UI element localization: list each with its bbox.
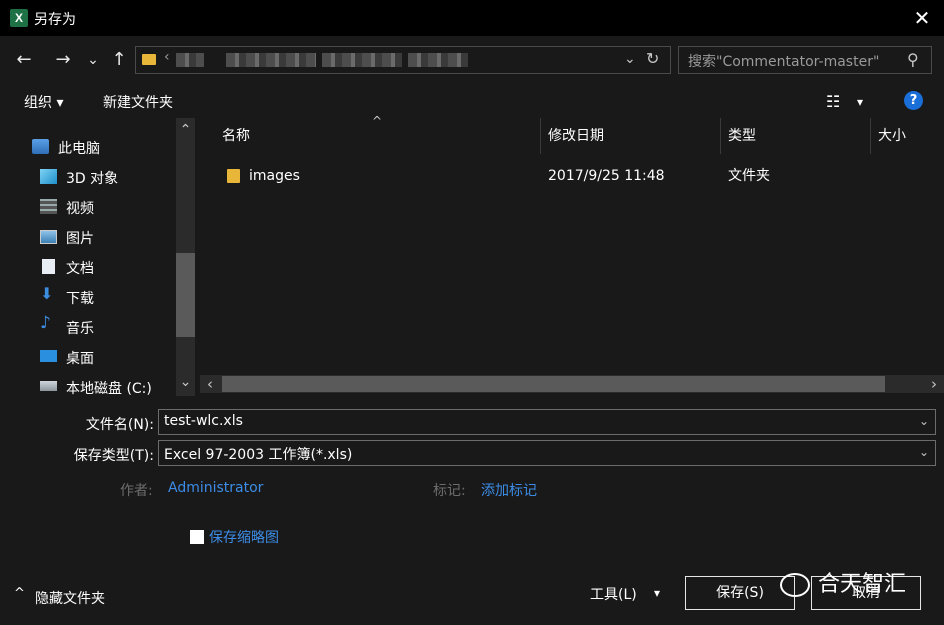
sidebar-item-music[interactable]: ♪ 音乐	[40, 313, 180, 341]
computer-icon	[32, 139, 49, 154]
sidebar-item-label: 桌面	[66, 351, 94, 367]
save-thumbnail-checkbox[interactable]	[190, 530, 204, 544]
help-button[interactable]: ?	[904, 91, 923, 110]
sidebar-item-label: 音乐	[66, 321, 94, 337]
sort-ascending-icon: ^	[372, 114, 383, 128]
sidebar-item-desktop[interactable]: 桌面	[40, 343, 180, 371]
sidebar-item-label: 视频	[66, 201, 94, 217]
column-header-date-modified[interactable]: 修改日期	[548, 118, 604, 154]
file-date-modified: 2017/9/25 11:48	[548, 168, 665, 184]
excel-app-icon: X	[10, 9, 28, 27]
author-label: 作者:	[120, 483, 153, 499]
filename-value[interactable]: test-wlc.xls	[164, 413, 243, 429]
filetype-label: 保存类型(T):	[73, 448, 154, 464]
video-icon	[40, 199, 57, 214]
view-options-dropdown[interactable]: ▾	[857, 95, 863, 109]
column-divider[interactable]	[540, 118, 541, 154]
save-button[interactable]: 保存(S)	[685, 576, 795, 610]
search-icon[interactable]: ⚲	[907, 50, 919, 69]
column-header-name[interactable]: 名称	[222, 118, 250, 154]
filetype-value[interactable]: Excel 97-2003 工作簿(*.xls)	[164, 444, 352, 464]
hide-folders-button[interactable]: 隐藏文件夹	[35, 588, 105, 608]
picture-icon	[40, 230, 57, 244]
address-bar[interactable]: ‹ ⌄ ↻	[135, 46, 671, 74]
title-bar[interactable]	[0, 0, 944, 36]
search-box[interactable]: 搜索"Commentator-master" ⚲	[678, 46, 932, 74]
cube-icon	[40, 169, 57, 184]
file-type: 文件夹	[728, 168, 770, 184]
file-name[interactable]: images	[249, 163, 300, 189]
tools-dropdown-icon[interactable]: ▾	[654, 586, 660, 600]
horizontal-scrollbar-thumb[interactable]	[222, 376, 885, 392]
filename-label: 文件名(N):	[85, 417, 154, 433]
music-icon: ♪	[40, 313, 51, 333]
scroll-up-icon[interactable]: ⌃	[176, 122, 195, 138]
address-dropdown-chevron-icon[interactable]: ⌄	[624, 51, 636, 67]
organize-menu[interactable]: 组织 ▾	[24, 92, 63, 112]
chevron-down-icon[interactable]: ⌄	[919, 445, 929, 459]
wechat-icon	[780, 573, 810, 597]
column-header-type[interactable]: 类型	[728, 118, 756, 154]
refresh-icon[interactable]: ↻	[646, 49, 659, 68]
scroll-right-icon[interactable]: ›	[926, 375, 942, 393]
sidebar-item-videos[interactable]: 视频	[40, 193, 180, 221]
sidebar-item-3d-objects[interactable]: 3D 对象	[40, 163, 180, 191]
new-folder-button[interactable]: 新建文件夹	[103, 92, 173, 112]
sidebar-item-downloads[interactable]: ⬇ 下载	[40, 283, 180, 311]
up-button[interactable]: ↑	[106, 45, 132, 75]
blurred-path	[408, 53, 468, 67]
save-thumbnail-label[interactable]: 保存缩略图	[209, 527, 279, 547]
filetype-select[interactable]: Excel 97-2003 工作簿(*.xls) ⌄	[158, 440, 936, 466]
tools-menu[interactable]: 工具(L)	[590, 584, 637, 604]
forward-button[interactable]: →	[49, 45, 77, 75]
author-value[interactable]: Administrator	[168, 480, 263, 496]
file-list[interactable]	[198, 118, 944, 396]
view-options-icon[interactable]: ☷	[826, 92, 840, 111]
chevron-down-icon[interactable]: ⌄	[919, 414, 929, 428]
sidebar-scrollbar-thumb[interactable]	[176, 253, 195, 337]
sidebar-item-label: 文档	[66, 261, 94, 277]
dialog-title: 另存为	[34, 12, 76, 28]
add-tags-link[interactable]: 添加标记	[481, 480, 537, 500]
sidebar-item-pictures[interactable]: 图片	[40, 223, 180, 251]
sidebar-item-label: 本地磁盘 (C:)	[66, 381, 152, 397]
folder-icon	[142, 54, 156, 65]
folder-icon	[227, 169, 240, 183]
back-button[interactable]: ←	[10, 45, 38, 75]
watermark: 合天智汇	[780, 566, 906, 598]
recent-locations-button[interactable]: ⌄	[84, 45, 102, 75]
blurred-path	[226, 53, 316, 67]
filename-field[interactable]: test-wlc.xls ⌄	[158, 409, 936, 435]
blurred-path	[322, 53, 402, 67]
column-divider[interactable]	[870, 118, 871, 154]
close-button[interactable]: ✕	[905, 3, 939, 33]
sidebar-item-label: 3D 对象	[66, 171, 119, 187]
desktop-icon	[40, 350, 57, 362]
breadcrumb-overflow[interactable]: ‹	[164, 49, 170, 65]
sidebar-item-label: 下载	[66, 291, 94, 307]
blurred-path	[176, 53, 204, 67]
scroll-left-icon[interactable]: ‹	[202, 375, 218, 393]
document-icon	[42, 259, 55, 274]
sidebar-item-label: 此电脑	[58, 141, 100, 157]
chevron-up-icon[interactable]: ^	[14, 586, 25, 601]
scroll-down-icon[interactable]: ⌄	[176, 374, 195, 390]
download-icon: ⬇	[40, 284, 54, 303]
drive-icon	[40, 381, 57, 391]
sidebar-item-label: 图片	[66, 231, 94, 247]
watermark-text: 合天智汇	[818, 572, 907, 597]
sidebar-item-this-pc[interactable]: 此电脑	[32, 133, 172, 161]
column-header-size[interactable]: 大小	[878, 118, 906, 154]
search-placeholder[interactable]: 搜索"Commentator-master"	[688, 51, 879, 71]
column-divider[interactable]	[720, 118, 721, 154]
sidebar-item-documents[interactable]: 文档	[40, 253, 180, 281]
tags-label: 标记:	[433, 483, 466, 499]
